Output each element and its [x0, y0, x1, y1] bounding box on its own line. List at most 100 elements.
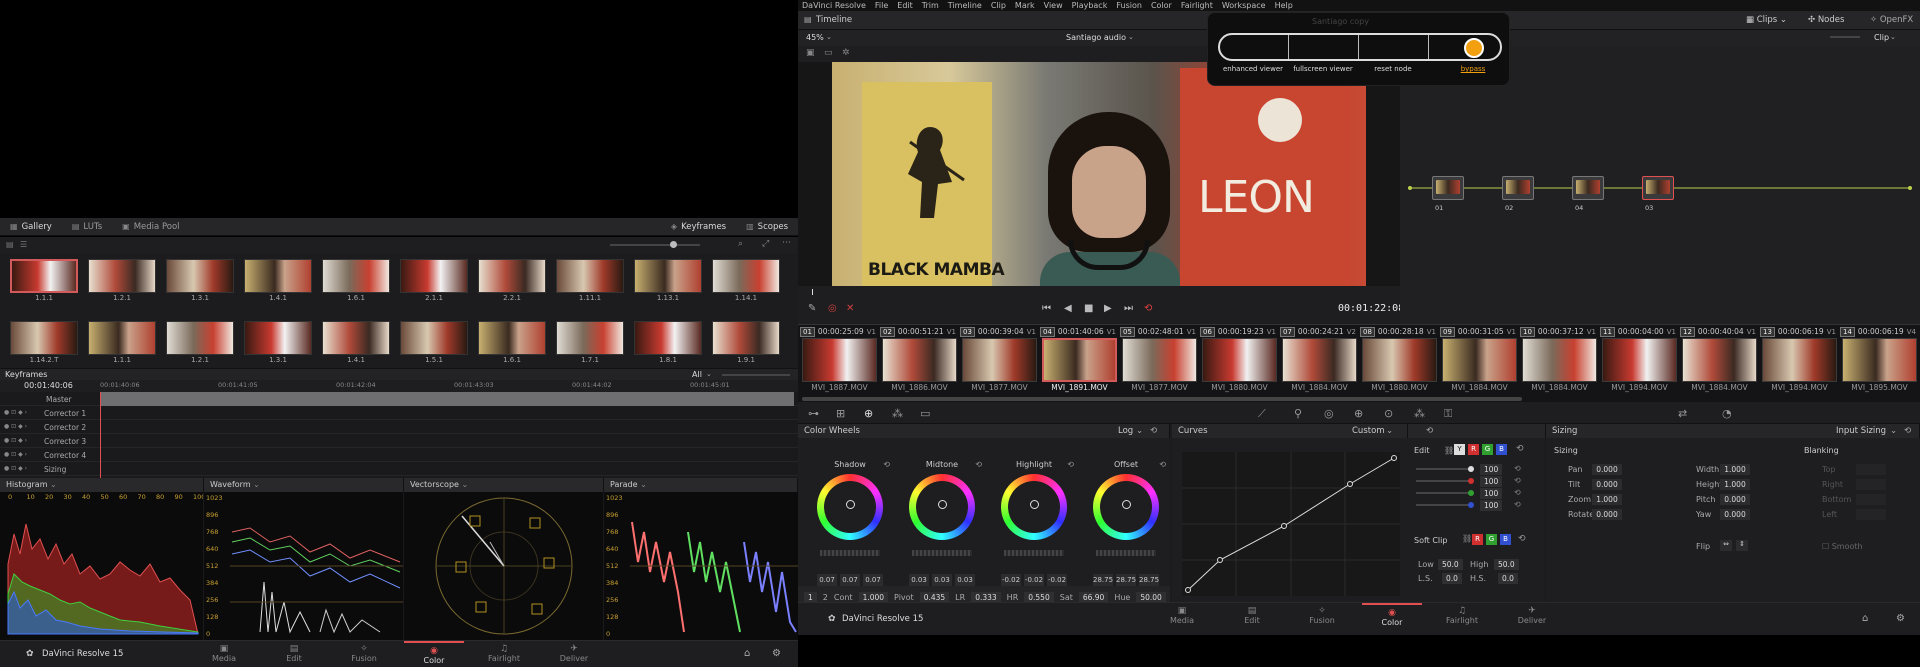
node-04[interactable]: 04: [1572, 176, 1604, 212]
reset-icon[interactable]: ⟲: [1518, 534, 1526, 544]
link-icon[interactable]: ⛓: [1444, 446, 1454, 455]
still-thumbnail[interactable]: 1.5.1: [400, 321, 468, 364]
master-wheel[interactable]: [1096, 550, 1156, 556]
timeline-clip[interactable]: 13 00:00:06:19 V1 MVI_1894.MOV: [1760, 325, 1839, 397]
page-tab-edit[interactable]: ▤ Edit: [264, 641, 324, 667]
gear-icon[interactable]: ⚙: [1896, 613, 1905, 624]
expand-icon[interactable]: ⤢: [762, 239, 769, 249]
track-lock-icon[interactable]: ● ⊡ ◆ ›: [4, 409, 27, 416]
3d-icon[interactable]: ◔: [1722, 407, 1732, 420]
reset-icon[interactable]: ⟲: [1426, 424, 1433, 438]
ls-field[interactable]: 0.0: [1442, 573, 1462, 584]
reset-icon[interactable]: ⟲: [1514, 500, 1521, 509]
page-tab-media[interactable]: ▣ Media: [1152, 603, 1212, 630]
key-icon[interactable]: ⚿: [1444, 407, 1452, 421]
tab-clips[interactable]: ▦ Clips ⌄: [1746, 15, 1787, 25]
curve-graph[interactable]: [1182, 452, 1400, 596]
menu-item[interactable]: View: [1044, 1, 1063, 10]
loop-icon[interactable]: ⟲: [1144, 303, 1152, 314]
fullscreen-viewer-button[interactable]: fullscreen viewer: [1288, 65, 1358, 73]
keyframe-track-row[interactable]: ● ⊡ ◆ › Corrector 3: [0, 434, 798, 448]
still-thumbnail[interactable]: 1.1.1: [10, 259, 78, 302]
wheel-value-field[interactable]: 0.07: [817, 574, 837, 586]
wheels-mode[interactable]: Log: [1118, 424, 1133, 438]
reset-icon[interactable]: ⟲: [883, 460, 890, 469]
still-thumbnail[interactable]: 1.7.1: [556, 321, 624, 364]
timeline-clip[interactable]: 06 00:00:19:23 V1 MVI_1880.MOV: [1200, 325, 1279, 397]
wheel-value-field[interactable]: 0.03: [909, 574, 929, 586]
zoom-slider[interactable]: [610, 241, 700, 248]
channel-slider[interactable]: [1416, 468, 1470, 470]
master-wheel[interactable]: [820, 550, 880, 556]
page-tab-color[interactable]: ◉ Color: [404, 641, 464, 667]
wheel-crosshair[interactable]: [846, 500, 855, 509]
qualifier-icon[interactable]: ⚲: [1294, 407, 1302, 420]
sizing-yaw-field[interactable]: 0.000: [1720, 509, 1750, 520]
reset-icon[interactable]: ⟲: [1516, 444, 1524, 454]
contrast-field[interactable]: 1.000: [858, 591, 889, 603]
still-thumbnail[interactable]: 1.8.1: [634, 321, 702, 364]
tab-timeline[interactable]: Timeline: [816, 15, 852, 25]
page-tab-fusion[interactable]: ✧ Fusion: [1292, 603, 1352, 630]
channel-slider[interactable]: [1416, 492, 1470, 494]
wheel-value-field[interactable]: -0.02: [1001, 574, 1021, 586]
color-wheels-icon[interactable]: ⊕: [864, 407, 873, 420]
keyframe-track-row[interactable]: ● ⊡ ◆ › Corrector 1: [0, 406, 798, 420]
still-thumbnail[interactable]: 1.9.1: [712, 321, 780, 364]
still-thumbnail[interactable]: 1.3.1: [166, 259, 234, 302]
page-tab-fairlight[interactable]: ♫ Fairlight: [1432, 603, 1492, 630]
b-channel-button[interactable]: B: [1496, 444, 1507, 455]
page-tab-fusion[interactable]: ✧ Fusion: [334, 641, 394, 667]
still-thumbnail[interactable]: 1.4.1: [322, 321, 390, 364]
node-editor[interactable]: 01 02 04 03: [1400, 46, 1920, 324]
tab-gallery[interactable]: ▦ Gallery: [0, 218, 62, 236]
menu-item[interactable]: Help: [1275, 1, 1293, 10]
timeline-clip[interactable]: 04 00:01:40:06 V1 MVI_1891.MOV: [1040, 325, 1119, 397]
reset-icon[interactable]: ⟲: [1514, 476, 1521, 485]
chevron-down-icon[interactable]: ⌄: [1136, 424, 1143, 438]
timeline-clip[interactable]: 01 00:00:25:09 V1 MVI_1887.MOV: [800, 325, 879, 397]
still-thumbnail[interactable]: 1.4.1: [244, 259, 312, 302]
still-thumbnail[interactable]: 1.6.1: [478, 321, 546, 364]
still-thumbnail[interactable]: 2.2.1: [478, 259, 546, 302]
menu-item[interactable]: Workspace: [1222, 1, 1266, 10]
still-thumbnail[interactable]: 1.2.1: [88, 259, 156, 302]
zoom-slider-handle[interactable]: [670, 241, 677, 248]
chevron-down-icon[interactable]: ⌄: [1890, 33, 1896, 41]
low-field[interactable]: 50.0: [1438, 559, 1463, 570]
master-wheel[interactable]: [912, 550, 972, 556]
play-reverse-icon[interactable]: ◀: [1064, 303, 1072, 314]
track-lock-icon[interactable]: ● ⊡ ◆ ›: [4, 437, 27, 444]
page-tab-fairlight[interactable]: ♫ Fairlight: [474, 641, 534, 667]
wheel-crosshair[interactable]: [1122, 500, 1131, 509]
reset-icon[interactable]: ⟲: [1514, 464, 1521, 473]
reset-icon[interactable]: ⟲: [1159, 460, 1166, 469]
menu-item[interactable]: Color: [1151, 1, 1172, 10]
wheel-value-field[interactable]: 0.07: [863, 574, 883, 586]
r-channel-button[interactable]: R: [1468, 444, 1479, 455]
curves-mode[interactable]: Custom: [1352, 424, 1385, 438]
chevron-down-icon[interactable]: ⌄: [826, 33, 832, 41]
page-tab-color[interactable]: ◉ Color: [1362, 603, 1422, 630]
chevron-down-icon[interactable]: ⌄: [1386, 424, 1393, 438]
camera-raw-icon[interactable]: ⊶: [808, 407, 819, 420]
hue-field[interactable]: 50.00: [1136, 591, 1166, 603]
keyframe-track-row[interactable]: ● ⊡ ◆ › Corrector 4: [0, 448, 798, 462]
menu-item[interactable]: Fusion: [1116, 1, 1142, 10]
clip-scrollbar-thumb[interactable]: [802, 397, 1522, 401]
node-03[interactable]: 03: [1642, 176, 1674, 212]
blanking-field[interactable]: [1856, 479, 1886, 490]
menu-item[interactable]: Edit: [897, 1, 913, 10]
timeline-clip[interactable]: 07 00:00:24:21 V2 MVI_1884.MOV: [1280, 325, 1359, 397]
still-thumbnail[interactable]: 1.11.1: [556, 259, 624, 302]
stop-icon[interactable]: ■: [1084, 303, 1093, 314]
blanking-field[interactable]: [1856, 464, 1886, 475]
track-lock-icon[interactable]: ● ⊡ ◆ ›: [4, 451, 27, 458]
track-lock-icon[interactable]: ● ⊡ ◆ ›: [4, 465, 27, 472]
wheel-value-field[interactable]: 0.07: [840, 574, 860, 586]
menu-item[interactable]: Mark: [1015, 1, 1035, 10]
layout-icon[interactable]: ▭: [824, 48, 833, 58]
channel-value-field[interactable]: 100: [1480, 488, 1503, 499]
node-mode[interactable]: Clip: [1874, 33, 1889, 42]
enhanced-viewer-button[interactable]: enhanced viewer: [1218, 65, 1288, 73]
